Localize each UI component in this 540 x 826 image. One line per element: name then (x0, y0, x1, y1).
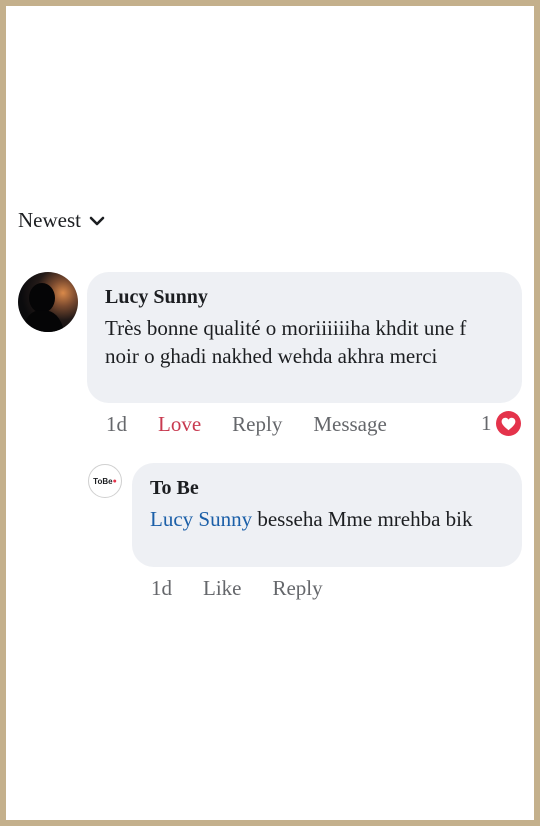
comment-actions: 1d Love Reply Message (106, 412, 418, 437)
avatar[interactable]: ToBe ● (88, 464, 122, 498)
reaction-summary[interactable]: 1 (481, 411, 521, 436)
avatar-logo-text: ToBe (93, 476, 113, 486)
comment-bubble: Lucy Sunny Très bonne qualité o moriiiii… (87, 272, 522, 403)
comment-time[interactable]: 1d (151, 576, 172, 601)
mention-link[interactable]: Lucy Sunny (150, 507, 252, 531)
reply-actions: 1d Like Reply (151, 576, 354, 601)
avatar[interactable] (18, 272, 78, 332)
love-button[interactable]: Love (158, 412, 201, 437)
like-button[interactable]: Like (203, 576, 241, 601)
message-button[interactable]: Message (313, 412, 386, 437)
sort-label: Newest (18, 208, 81, 232)
comment-text: Très bonne qualité o moriiiiiiha khdit u… (105, 316, 467, 368)
reply-button[interactable]: Reply (232, 412, 282, 437)
reply-bubble: To Be Lucy Sunny besseha Mme mrehba bik (132, 463, 522, 567)
person-silhouette-icon (22, 283, 64, 332)
reaction-count: 1 (481, 411, 492, 435)
reply-text: besseha Mme mrehba bik (252, 507, 473, 531)
reply-button[interactable]: Reply (272, 576, 322, 601)
comment-author[interactable]: To Be (150, 475, 504, 501)
chevron-down-icon (89, 216, 105, 225)
comment-author[interactable]: Lucy Sunny (105, 284, 504, 310)
comment-time[interactable]: 1d (106, 412, 127, 437)
sort-dropdown[interactable]: Newest (18, 208, 105, 233)
comment-text: Lucy Sunny besseha Mme mrehba bik (150, 505, 504, 533)
logo-dot-icon: ● (112, 477, 117, 485)
heart-icon (495, 411, 521, 436)
